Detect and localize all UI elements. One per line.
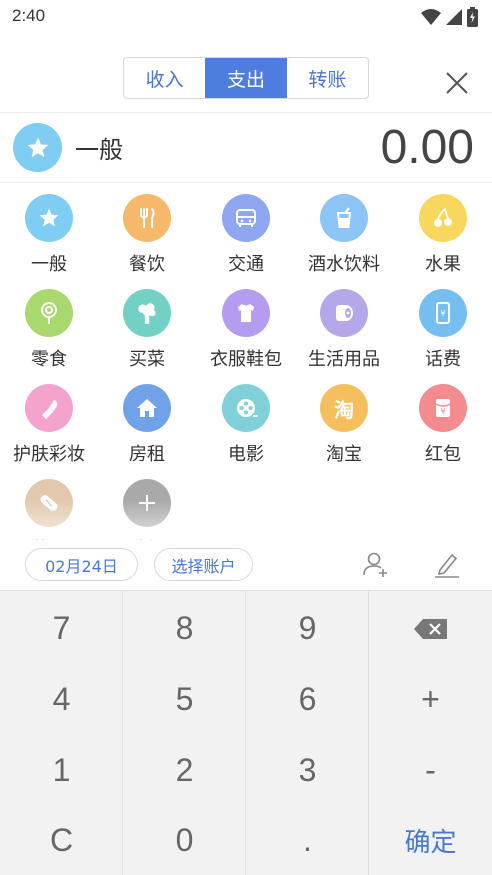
fork-knife-icon: [123, 194, 171, 242]
tab-transfer[interactable]: 转账: [287, 58, 368, 98]
category-label: 一般: [31, 254, 67, 275]
category-phone-bill[interactable]: ¥ 话费: [394, 285, 492, 375]
category-general[interactable]: 一般: [0, 190, 98, 280]
backspace-key[interactable]: [369, 593, 492, 664]
key-0[interactable]: 0: [123, 805, 246, 875]
key-2[interactable]: 2: [123, 735, 246, 806]
amount-display: 0.00: [380, 121, 474, 174]
taobao-icon: 淘: [320, 384, 368, 432]
category-fruit[interactable]: 水果: [394, 190, 492, 280]
key-7[interactable]: 7: [0, 593, 123, 664]
key-plus[interactable]: +: [369, 664, 492, 735]
category-label: 电影: [228, 444, 264, 465]
pencil-icon[interactable]: [432, 549, 462, 579]
account-button[interactable]: 选择账户: [154, 548, 253, 581]
confirm-button[interactable]: 确定: [369, 805, 492, 875]
category-label: 生活用品: [308, 349, 380, 370]
category-grid: 一般 餐饮 交通 酒水饮料 水果 零食 买菜 衣服鞋包 生活用品 ¥ 话费 护肤…: [0, 190, 492, 550]
status-icons: [421, 7, 478, 27]
house-icon: [123, 384, 171, 432]
key-6[interactable]: 6: [246, 664, 369, 735]
svg-text:¥: ¥: [440, 309, 445, 318]
vegetable-icon: [123, 289, 171, 337]
category-edit[interactable]: 编辑: [98, 475, 196, 550]
phone-icon: ¥: [419, 289, 467, 337]
tab-expense[interactable]: 支出: [205, 58, 287, 98]
taobao-glyph: 淘: [334, 397, 354, 422]
category-cosmetics[interactable]: 护肤彩妆: [0, 380, 98, 470]
key-4[interactable]: 4: [0, 664, 123, 735]
category-label: 酒水饮料: [308, 254, 380, 275]
category-label: 水果: [425, 254, 461, 275]
category-rent[interactable]: 房租: [98, 380, 196, 470]
category-groceries[interactable]: 买菜: [98, 285, 196, 375]
add-person-icon[interactable]: [361, 549, 391, 579]
drink-icon: [320, 194, 368, 242]
number-keypad: 7 8 9 4 5 6 + 1 2 3 - C 0 . 确定: [0, 590, 492, 875]
category-clothing[interactable]: 衣服鞋包: [197, 285, 295, 375]
lollipop-icon: [25, 289, 73, 337]
category-label: 房租: [129, 444, 165, 465]
category-label: 淘宝: [326, 444, 362, 465]
selected-category-row: 一般 0.00: [0, 112, 492, 182]
key-8[interactable]: 8: [123, 593, 246, 664]
options-bar: 02月24日 选择账户: [0, 540, 492, 590]
category-medicine[interactable]: 药品: [0, 475, 98, 550]
category-transport[interactable]: 交通: [197, 190, 295, 280]
wifi-icon: [421, 9, 441, 25]
key-clear[interactable]: C: [0, 805, 123, 875]
bus-icon: [222, 194, 270, 242]
category-snacks[interactable]: 零食: [0, 285, 98, 375]
cherry-icon: [419, 194, 467, 242]
date-button[interactable]: 02月24日: [25, 548, 138, 581]
category-label: 红包: [425, 444, 461, 465]
key-minus[interactable]: -: [369, 735, 492, 806]
category-label: 话费: [425, 349, 461, 370]
category-label: 买菜: [129, 349, 165, 370]
category-label: 交通: [228, 254, 264, 275]
key-9[interactable]: 9: [246, 593, 369, 664]
battery-icon: [467, 7, 478, 27]
type-tabs: 收入 支出 转账: [123, 57, 369, 99]
svg-text:¥: ¥: [440, 407, 445, 416]
signal-icon: [446, 9, 462, 25]
status-time: 2:40: [12, 6, 46, 25]
key-1[interactable]: 1: [0, 735, 123, 806]
category-movie[interactable]: 电影: [197, 380, 295, 470]
category-label: 零食: [31, 349, 67, 370]
category-label: 衣服鞋包: [210, 349, 282, 370]
close-icon[interactable]: [442, 68, 472, 98]
backspace-icon: [413, 618, 447, 639]
star-icon: [13, 123, 62, 172]
status-bar: 2:40: [0, 0, 492, 34]
category-daily-goods[interactable]: 生活用品: [295, 285, 393, 375]
key-3[interactable]: 3: [246, 735, 369, 806]
category-red-packet[interactable]: ¥ 红包: [394, 380, 492, 470]
category-taobao[interactable]: 淘 淘宝: [295, 380, 393, 470]
shirt-icon: [222, 289, 270, 337]
tab-income[interactable]: 收入: [124, 58, 205, 98]
pill-icon: [25, 479, 73, 527]
film-icon: [222, 384, 270, 432]
key-decimal[interactable]: .: [246, 805, 369, 875]
tissue-icon: [320, 289, 368, 337]
plus-icon: [123, 479, 171, 527]
category-label: 护肤彩妆: [13, 444, 85, 465]
category-drinks[interactable]: 酒水饮料: [295, 190, 393, 280]
category-dining[interactable]: 餐饮: [98, 190, 196, 280]
lipstick-icon: [25, 384, 73, 432]
key-5[interactable]: 5: [123, 664, 246, 735]
divider: [0, 182, 492, 183]
red-packet-icon: ¥: [419, 384, 467, 432]
selected-category-name: 一般: [75, 136, 123, 164]
star-icon: [25, 194, 73, 242]
category-label: 餐饮: [129, 254, 165, 275]
